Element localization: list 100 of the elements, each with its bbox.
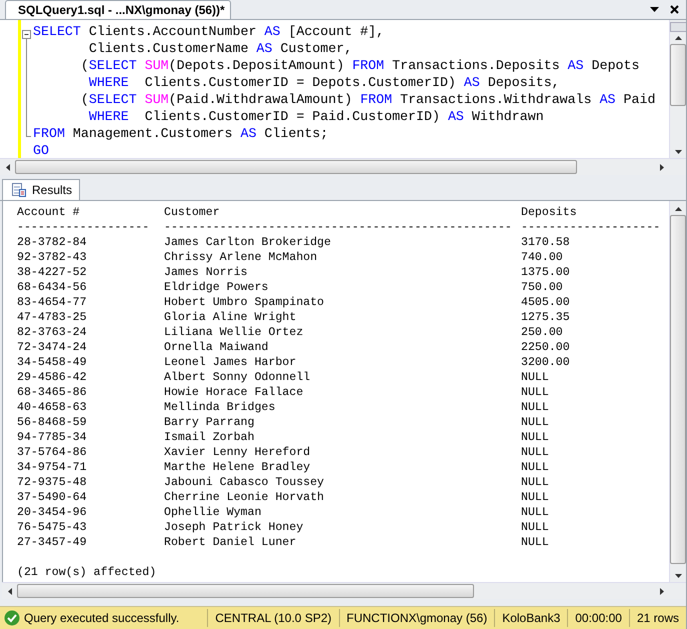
table-cell-text: Chrissy Arlene McMahon xyxy=(164,250,318,265)
table-cell-text: 68-3465-86 xyxy=(17,385,88,400)
table-cell-text: Ophellie Wyman xyxy=(164,505,262,520)
code-token: FROM xyxy=(360,92,392,107)
column-header: Customer xyxy=(164,205,221,220)
code-token: Depots xyxy=(590,58,640,73)
table-cell-text: 250.00 xyxy=(521,325,564,340)
close-icon[interactable] xyxy=(670,5,679,14)
code-token: Clients.AccountNumber xyxy=(88,24,258,39)
results-tab[interactable]: Results xyxy=(2,179,80,200)
table-cell-text: Robert Daniel Luner xyxy=(164,535,298,550)
table-cell-text: Ornella Maiwand xyxy=(164,340,270,355)
code-token: SUM xyxy=(144,92,169,107)
table-cell-text: NULL xyxy=(521,535,550,550)
table-cell-text: NULL xyxy=(521,475,550,490)
header-rule: -------------------- xyxy=(521,220,662,235)
code-token: Clients; xyxy=(263,126,328,141)
table-cell-text: NULL xyxy=(521,505,550,520)
table-cell-text: 94-7785-34 xyxy=(17,430,88,445)
horizontal-scrollbar[interactable] xyxy=(0,158,686,175)
status-message: Query executed successfully. xyxy=(24,610,180,627)
header-rule: ------------------- xyxy=(17,220,150,235)
column-header: Account # xyxy=(17,205,81,220)
table-cell-text: 92-3782-43 xyxy=(17,250,88,265)
table-cell-text: NULL xyxy=(521,445,550,460)
elapsed-time: 00:00:00 xyxy=(567,609,629,627)
table-cell-text: 38-4227-52 xyxy=(17,265,88,280)
scroll-left-icon[interactable] xyxy=(6,164,10,170)
table-cell-text: James Carlton Brokeridge xyxy=(164,235,332,250)
scroll-thumb[interactable] xyxy=(15,160,577,174)
column-header: Deposits xyxy=(521,205,578,220)
scroll-right-icon[interactable] xyxy=(660,588,664,594)
table-cell-text: Cherrine Leonie Horvath xyxy=(164,490,326,505)
table-cell-text: 82-3763-24 xyxy=(17,325,88,340)
code-token: SELECT xyxy=(88,92,138,107)
code-token: Deposits, xyxy=(486,75,560,90)
code-token: ( xyxy=(80,58,89,73)
grid-icon xyxy=(11,182,27,198)
table-cell-text: Jabouni Cabasco Toussey xyxy=(164,475,326,490)
table-cell-text: 2250.00 xyxy=(521,340,571,355)
table-cell-text: 37-5490-64 xyxy=(17,490,88,505)
document-tab[interactable]: SQLQuery1.sql - ...NX\gmonay (56))* xyxy=(5,0,231,19)
scroll-right-icon[interactable] xyxy=(660,164,664,170)
table-cell-text: Ismail Zorbah xyxy=(164,430,256,445)
table-cell-text: NULL xyxy=(521,415,550,430)
table-cell-text: Eldridge Powers xyxy=(164,280,270,295)
code-token: AS xyxy=(600,92,616,107)
scroll-thumb[interactable] xyxy=(670,44,686,106)
table-cell-text: Howie Horace Fallace xyxy=(164,385,304,400)
scroll-down-icon[interactable] xyxy=(674,574,682,578)
code-token: AS xyxy=(264,24,280,39)
table-cell-text: 3200.00 xyxy=(521,355,571,370)
code-token: Customer, xyxy=(279,41,352,56)
scroll-up-icon[interactable] xyxy=(674,207,682,211)
table-cell-text: Hobert Umbro Spampinato xyxy=(164,295,326,310)
scroll-up-icon[interactable] xyxy=(674,36,682,40)
row-count: 21 rows xyxy=(628,609,686,627)
table-cell-text: 20-3454-96 xyxy=(17,505,88,520)
vertical-scrollbar[interactable] xyxy=(669,20,686,158)
splitter-handle[interactable] xyxy=(670,22,686,32)
code-token: Transactions.Withdrawals xyxy=(399,92,593,107)
code-token: Transactions.Deposits xyxy=(391,58,561,73)
table-cell-text: NULL xyxy=(521,400,550,415)
user-info: FUNCTIONX\gmonay (56) xyxy=(338,609,494,627)
table-cell-text: NULL xyxy=(521,460,550,475)
table-cell-text: 72-9375-48 xyxy=(17,475,88,490)
code-token: FROM xyxy=(33,126,65,141)
code-token: FROM xyxy=(352,58,384,73)
table-cell-text: Barry Parrang xyxy=(164,415,256,430)
table-cell-text: NULL xyxy=(521,370,550,385)
code-token: Clients.CustomerID = Paid.CustomerID) xyxy=(144,109,441,124)
table-cell-text: 76-5475-43 xyxy=(17,520,88,535)
table-cell-text: 56-8468-59 xyxy=(17,415,88,430)
table-cell-text: 83-4654-77 xyxy=(17,295,88,310)
table-cell-text: NULL xyxy=(521,430,550,445)
table-cell-text: 72-3474-24 xyxy=(17,340,88,355)
table-cell-text: Leonel James Harbor xyxy=(164,355,298,370)
table-cell-text: 4505.00 xyxy=(521,295,571,310)
code-token: GO xyxy=(33,143,49,158)
scroll-down-icon[interactable] xyxy=(674,150,682,154)
scroll-left-icon[interactable] xyxy=(8,588,12,594)
code-token: AS xyxy=(256,41,272,56)
scroll-thumb[interactable] xyxy=(17,584,474,598)
table-cell-text: 37-5764-86 xyxy=(17,445,88,460)
table-cell-text: Albert Sonny Odonnell xyxy=(164,370,312,385)
table-cell-text: 40-4658-63 xyxy=(17,400,88,415)
code-token: SUM xyxy=(144,58,169,73)
code-token: Management.Customers xyxy=(72,126,234,141)
table-cell-text: 3170.58 xyxy=(521,235,571,250)
table-cell-text: 34-5458-49 xyxy=(17,355,88,370)
table-cell-text: 1275.35 xyxy=(521,310,571,325)
code-token: AS xyxy=(448,109,464,124)
code-token: ( xyxy=(80,92,89,107)
table-cell-text: 27-3457-49 xyxy=(17,535,88,550)
dropdown-icon[interactable] xyxy=(650,7,659,12)
code-token: (Depots.DepositAmount) xyxy=(168,58,346,73)
check-icon xyxy=(4,610,20,626)
table-cell-text: James Norris xyxy=(164,265,248,280)
code-token: Withdrawn xyxy=(470,109,544,124)
horizontal-scrollbar[interactable] xyxy=(2,582,686,599)
